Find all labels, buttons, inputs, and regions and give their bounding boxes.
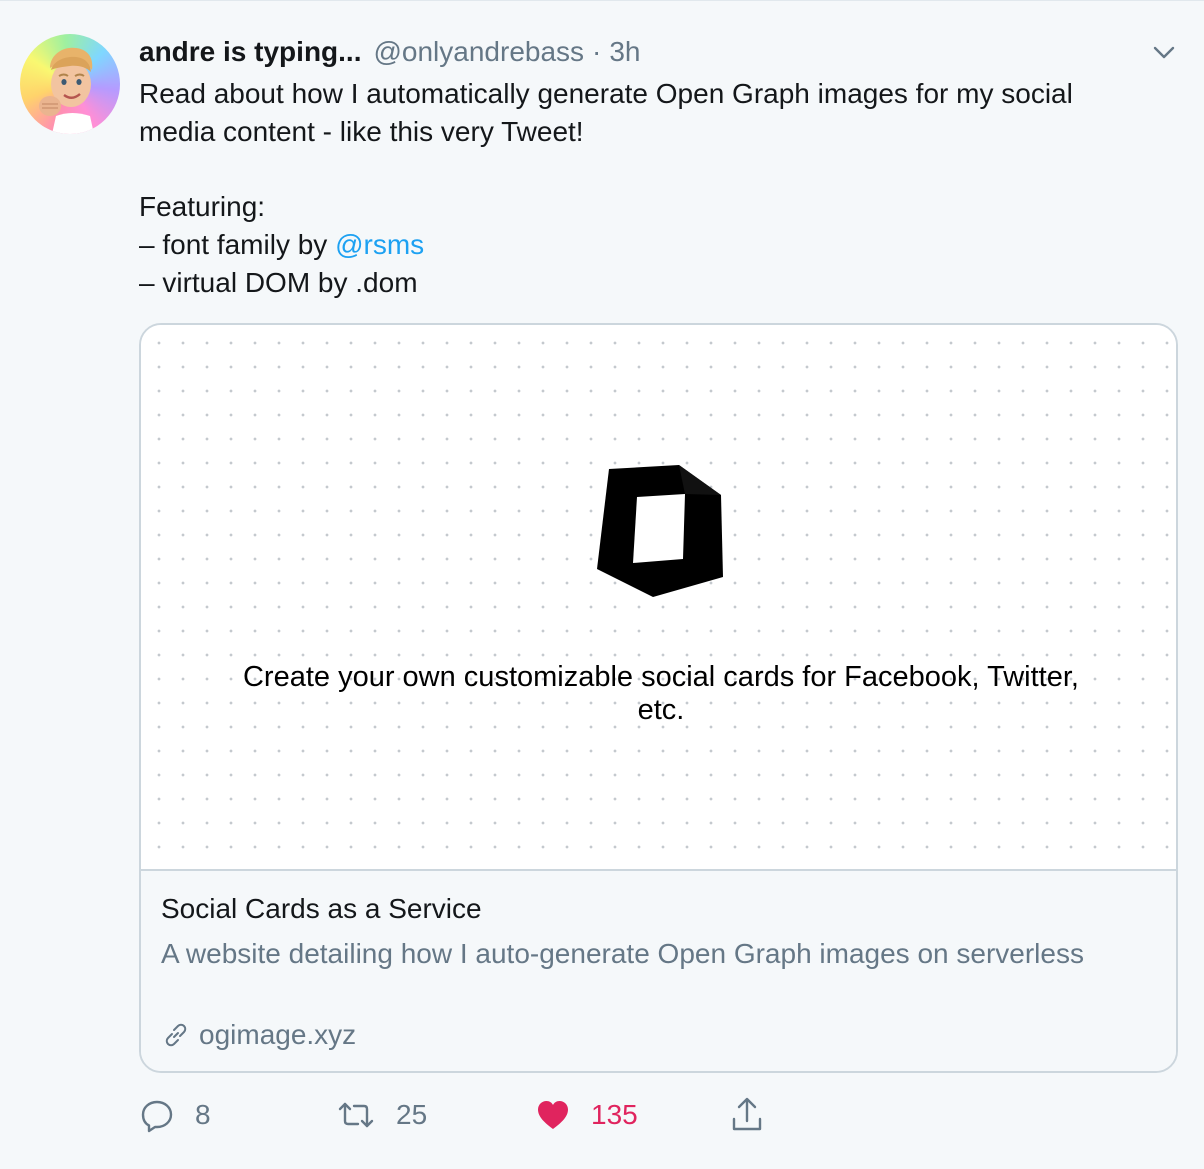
heart-icon [538, 1101, 568, 1129]
card-image-headline: Create your own customizable social card… [242, 661, 1079, 726]
link-card[interactable]: Create your own customizable social card… [139, 323, 1178, 1073]
tweet-text-item-dom: – virtual DOM by .dom [139, 267, 418, 298]
tweet[interactable]: andre is typing... @onlyandrebass · 3h R… [0, 0, 1204, 1169]
like-button[interactable]: 135 [535, 1093, 638, 1137]
card-image[interactable]: Create your own customizable social card… [141, 325, 1176, 871]
card-domain-text: ogimage.xyz [199, 1019, 357, 1050]
tweet-text: Read about how I automatically generate … [139, 75, 1139, 302]
tweet-header: andre is typing... @onlyandrebass · 3h [139, 34, 641, 70]
user-handle[interactable]: @onlyandrebass [373, 36, 584, 68]
tweet-text-intro: Read about how I automatically generate … [139, 78, 1073, 147]
memoji-face-icon [39, 47, 94, 134]
timestamp[interactable]: 3h [609, 36, 640, 68]
retweet-icon [338, 1102, 374, 1128]
reply-icon [141, 1100, 173, 1133]
card-body[interactable]: Social Cards as a Service A website deta… [141, 871, 1176, 1071]
like-count: 135 [591, 1099, 638, 1130]
share-button[interactable] [729, 1093, 765, 1137]
tweet-text-item-font-prefix: – font family by [139, 229, 336, 260]
card-title: Social Cards as a Service [161, 893, 482, 924]
reply-count: 8 [195, 1099, 211, 1130]
card-description: A website detailing how I auto-generate … [161, 938, 1084, 969]
separator-dot: · [592, 36, 602, 67]
share-icon [732, 1097, 762, 1131]
display-name[interactable]: andre is typing... [139, 36, 361, 68]
reply-button[interactable]: 8 [139, 1093, 211, 1137]
avatar[interactable] [20, 34, 120, 134]
tweet-actions: 8 25 135 [139, 1093, 839, 1137]
card-domain: ogimage.xyz [161, 1017, 356, 1053]
chevron-down-icon[interactable] [1148, 39, 1180, 67]
dom-logo-icon [597, 465, 723, 597]
retweet-count: 25 [396, 1099, 428, 1130]
link-icon [165, 1023, 187, 1047]
mention-link[interactable]: @rsms [335, 229, 424, 260]
tweet-text-featuring: Featuring: [139, 191, 266, 222]
retweet-button[interactable]: 25 [336, 1093, 427, 1137]
tweet-text-item-font: – font family by @rsms [139, 226, 1139, 264]
